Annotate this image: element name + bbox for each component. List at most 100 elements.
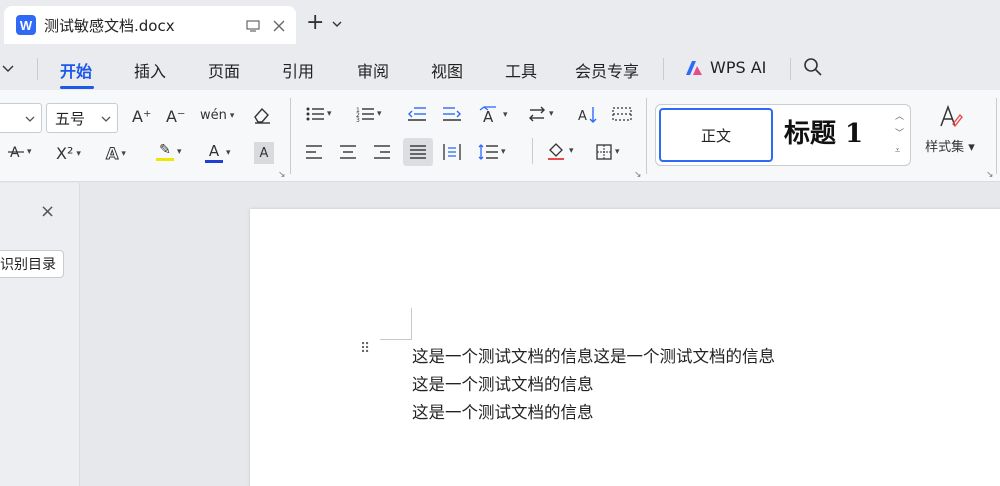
chevron-down-icon[interactable] (101, 112, 111, 125)
character-shading-button[interactable]: A (254, 142, 274, 164)
tab-home[interactable]: 开始 (60, 58, 92, 82)
menu-bar: 开始 插入 页面 引用 审阅 视图 工具 会员专享 WPS AI (0, 48, 1000, 90)
align-left-icon[interactable] (306, 145, 322, 159)
identify-toc-button[interactable]: 识别目录 (0, 250, 64, 278)
search-icon[interactable] (803, 57, 823, 81)
highlight-icon: ✎ (159, 142, 171, 158)
text-effect-icon: A (105, 144, 119, 164)
document-tab-title: 测试敏感文档.docx (44, 16, 175, 35)
divider (646, 98, 647, 174)
borders-button[interactable]: ▾ (596, 144, 620, 160)
tab-tools[interactable]: 工具 (505, 58, 537, 82)
border-icon (596, 144, 612, 160)
clear-format-icon[interactable] (252, 106, 272, 124)
wps-writer-icon: W (16, 15, 36, 35)
close-icon[interactable] (270, 17, 288, 35)
margin-marker (411, 308, 412, 340)
margin-marker (380, 339, 412, 340)
superscript-label: X² (56, 144, 74, 163)
strikethrough-icon: A (8, 145, 24, 160)
line-spacing-icon (478, 144, 498, 160)
justify-icon[interactable] (403, 138, 433, 166)
tab-member[interactable]: 会员专享 (575, 58, 639, 82)
styles-gallery: 正文 标题 1 ︿ ﹀ ⩡ (655, 104, 911, 166)
chevron-down-icon[interactable] (25, 112, 35, 125)
styleset-label: 样式集 ▾ (925, 140, 975, 155)
monitor-icon[interactable] (244, 17, 262, 35)
style-heading-1[interactable]: 标题 1 (784, 113, 863, 150)
title-bar: W 测试敏感文档.docx + (0, 0, 1000, 48)
font-name-select[interactable] (0, 103, 42, 133)
divider (996, 98, 997, 174)
line-spacing-button[interactable]: ▾ (478, 144, 506, 160)
divider (532, 138, 533, 164)
svg-text:A: A (578, 109, 587, 124)
plus-icon[interactable]: + (306, 10, 324, 35)
paragraph-dialog-launcher-icon[interactable]: ↘ (634, 170, 642, 180)
styles-dialog-launcher-icon[interactable]: ↘ (986, 170, 994, 180)
pinyin-label: wén (200, 108, 227, 123)
chevron-down-icon[interactable] (332, 16, 342, 30)
divider (290, 98, 291, 174)
document-tab[interactable]: W 测试敏感文档.docx (4, 6, 296, 44)
bullet-list-button[interactable]: ▾ (306, 106, 332, 122)
numbered-list-icon: 123 (356, 107, 374, 122)
sort-direction-icon (529, 106, 545, 122)
text-direction-icon: A (479, 106, 496, 124)
tab-wps-ai[interactable]: WPS AI (684, 58, 766, 77)
close-icon[interactable]: × (40, 201, 55, 222)
tab-page[interactable]: 页面 (208, 58, 240, 82)
paint-bucket-icon (548, 143, 564, 160)
font-size-select[interactable]: 五号 (46, 103, 118, 133)
style-normal[interactable]: 正文 (659, 108, 773, 162)
align-right-icon[interactable] (374, 145, 390, 159)
grow-font-button[interactable]: A⁺ (132, 107, 151, 126)
styles-scroll[interactable]: ︿ ﹀ ⩡ (895, 109, 904, 160)
divider (790, 58, 791, 80)
superscript-button[interactable]: X² ▾ (56, 144, 81, 163)
strikethrough-button[interactable]: A ▾ (8, 144, 32, 160)
document-paragraph[interactable]: 这是一个测试文档的信息这是一个测试文档的信息 (412, 343, 775, 367)
wps-ai-label: WPS AI (710, 58, 767, 77)
styleset-button[interactable]: 样式集 ▾ (918, 104, 982, 166)
decrease-indent-icon[interactable] (408, 106, 426, 122)
pinyin-guide-button[interactable]: wén ▾ (200, 108, 234, 123)
styleset-icon (940, 104, 963, 128)
font-color-button[interactable]: A ▾ (205, 142, 231, 163)
font-color-icon: A (208, 142, 220, 160)
document-paragraph[interactable]: 这是一个测试文档的信息 (412, 399, 594, 423)
numbered-list-button[interactable]: 1 2 3 ▾ (356, 106, 382, 122)
chevron-up-icon[interactable]: ︿ (895, 109, 904, 126)
menu-chevron-icon[interactable] (2, 58, 14, 77)
tab-insert[interactable]: 插入 (134, 58, 166, 82)
expand-icon[interactable]: ⩡ (895, 143, 904, 160)
chevron-down-icon[interactable]: ﹀ (895, 126, 904, 143)
shrink-font-button[interactable]: A⁻ (166, 107, 185, 126)
navigation-pane: × 识别目录 (0, 183, 80, 486)
text-direction-button[interactable]: A ▾ (478, 106, 508, 124)
wps-ai-icon (686, 60, 702, 75)
tab-references[interactable]: 引用 (282, 58, 314, 82)
highlight-button[interactable]: ✎ ▾ (156, 142, 182, 161)
paragraph-drag-handle-icon[interactable]: ⠿ (360, 342, 371, 356)
tab-view[interactable]: 视图 (431, 58, 463, 82)
line-break-button[interactable]: ▾ (528, 106, 554, 122)
svg-text:A: A (483, 108, 494, 124)
active-tab-indicator (60, 86, 94, 89)
new-tab-button[interactable]: + (306, 10, 342, 35)
document-paragraph[interactable]: 这是一个测试文档的信息 (412, 371, 594, 395)
bullet-list-icon (306, 107, 324, 121)
shading-button[interactable]: ▾ (546, 142, 574, 160)
show-marks-icon[interactable] (612, 106, 632, 122)
sort-icon[interactable]: A (578, 106, 598, 124)
text-effect-button[interactable]: A ▾ (105, 144, 125, 164)
divider (37, 58, 38, 80)
svg-text:3: 3 (356, 117, 360, 122)
align-center-icon[interactable] (340, 145, 356, 159)
increase-indent-icon[interactable] (443, 106, 461, 122)
font-size-value: 五号 (55, 109, 86, 128)
tab-review[interactable]: 审阅 (357, 58, 389, 82)
font-dialog-launcher-icon[interactable]: ↘ (278, 170, 286, 180)
distributed-align-icon[interactable] (443, 144, 461, 160)
divider (663, 58, 664, 80)
